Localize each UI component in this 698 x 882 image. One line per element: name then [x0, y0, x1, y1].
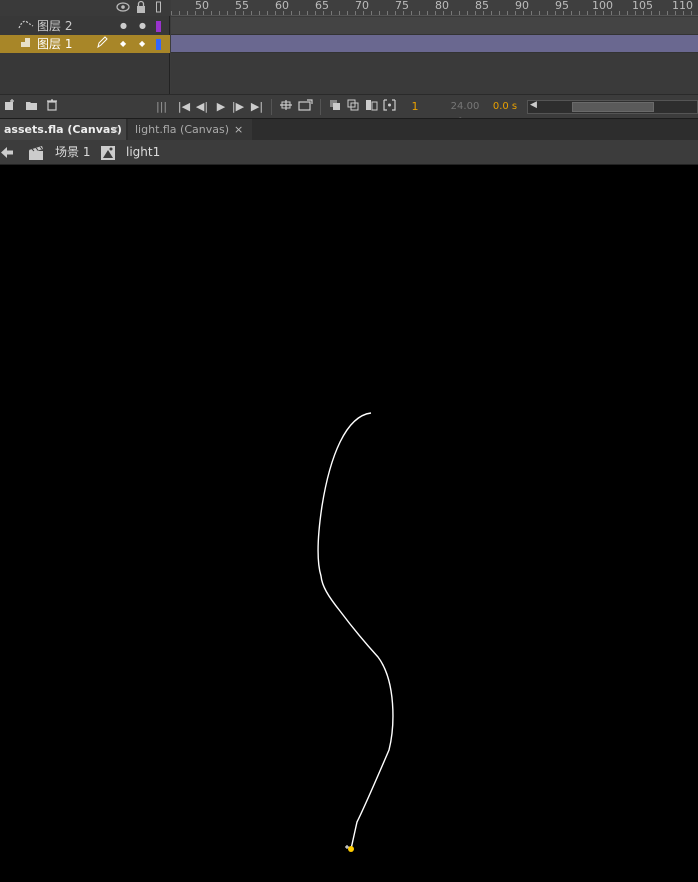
scene-name[interactable]: 场景 1: [55, 144, 90, 161]
layer-row-2[interactable]: 图层 2 ● ●: [0, 17, 170, 35]
edit-bar: 场景 1 light1: [0, 140, 698, 165]
motion-guide-path[interactable]: [317, 412, 394, 850]
toolbar-separator: [271, 99, 272, 115]
timeline-scrollbar[interactable]: ◀: [527, 100, 698, 114]
first-frame-icon[interactable]: |◀: [177, 99, 191, 115]
current-frame[interactable]: 1: [410, 99, 420, 115]
document-tabs: assets.fla (Canvas) × light.fla (Canvas)…: [0, 118, 698, 141]
pencil-icon: [96, 35, 108, 55]
motion-guide-icon: [18, 17, 34, 37]
anchor-point-icon[interactable]: [345, 845, 354, 852]
loop-icon[interactable]: [279, 99, 293, 115]
lock-dot[interactable]: ●: [139, 17, 146, 35]
stage-canvas[interactable]: [0, 166, 698, 882]
layer-header: [0, 0, 170, 16]
visibility-dot[interactable]: ●: [120, 17, 127, 35]
scene-icon: [27, 144, 45, 161]
scroll-left-icon[interactable]: ◀: [530, 100, 537, 110]
onion-skin-icon[interactable]: [328, 99, 342, 115]
toolbar-separator: [320, 99, 321, 115]
play-icon[interactable]: ▶: [214, 99, 228, 115]
layer-name: 图层 1: [37, 37, 73, 51]
tab-label: assets.fla (Canvas): [4, 123, 122, 136]
stage-drawing: [317, 412, 394, 852]
step-back-icon[interactable]: ◀|: [195, 99, 209, 115]
close-icon[interactable]: ×: [110, 119, 119, 141]
tab-assets[interactable]: assets.fla (Canvas) ×: [0, 119, 126, 141]
modify-markers-icon[interactable]: [382, 99, 396, 115]
outline-icon[interactable]: [155, 0, 163, 14]
frame-row-1[interactable]: [171, 35, 698, 53]
tab-label: light.fla (Canvas): [135, 123, 229, 136]
symbol-name[interactable]: light1: [126, 144, 160, 161]
last-frame-icon[interactable]: ▶|: [250, 99, 264, 115]
onion-outline-icon[interactable]: [346, 99, 360, 115]
layer-name: 图层 2: [37, 19, 73, 33]
step-forward-icon[interactable]: |▶: [231, 99, 245, 115]
new-folder-icon[interactable]: [24, 99, 38, 115]
timeline-toolbar: ||| |◀ ◀| ▶ |▶ ▶| 1 24.00 fps 0.0 s ◀: [0, 94, 698, 128]
movie-clip-icon: [99, 144, 117, 161]
timeline-panel: 图层 2 ● ● 图层 1 ◆ ◆ 50 55 60 65 70 75 80 8…: [0, 0, 698, 128]
lock-dot[interactable]: ◆: [139, 35, 145, 53]
new-layer-icon[interactable]: [3, 99, 17, 115]
elapsed-time: 0.0 s: [492, 101, 518, 112]
layer-color-swatch[interactable]: [156, 39, 161, 50]
layer-row-1[interactable]: 图层 1 ◆ ◆: [0, 35, 170, 53]
panel-grip-icon[interactable]: |||: [156, 99, 167, 115]
frame-rate[interactable]: 24.00 fps: [442, 99, 488, 128]
visibility-dot[interactable]: ◆: [120, 35, 126, 53]
frame-ruler[interactable]: 50 55 60 65 70 75 80 85 90 95 100 105 11…: [171, 0, 698, 16]
layer-color-swatch[interactable]: [156, 21, 161, 32]
center-frame-icon[interactable]: [298, 99, 314, 115]
back-arrow-icon[interactable]: [0, 144, 14, 161]
close-icon[interactable]: ×: [234, 119, 243, 141]
scroll-thumb[interactable]: [572, 102, 654, 112]
frame-row-2[interactable]: [171, 17, 698, 35]
trash-icon[interactable]: [45, 99, 59, 115]
tab-light[interactable]: light.fla (Canvas) ×: [128, 119, 252, 141]
eye-icon[interactable]: [116, 0, 130, 14]
layer-list: 图层 2 ● ● 图层 1 ◆ ◆: [0, 0, 170, 94]
lock-icon[interactable]: [135, 0, 147, 14]
frame-area[interactable]: 50 55 60 65 70 75 80 85 90 95 100 105 11…: [171, 0, 698, 94]
ruler-ticks: [171, 11, 698, 15]
edit-multiple-frames-icon[interactable]: [364, 99, 378, 115]
layer-icon: [18, 35, 34, 55]
